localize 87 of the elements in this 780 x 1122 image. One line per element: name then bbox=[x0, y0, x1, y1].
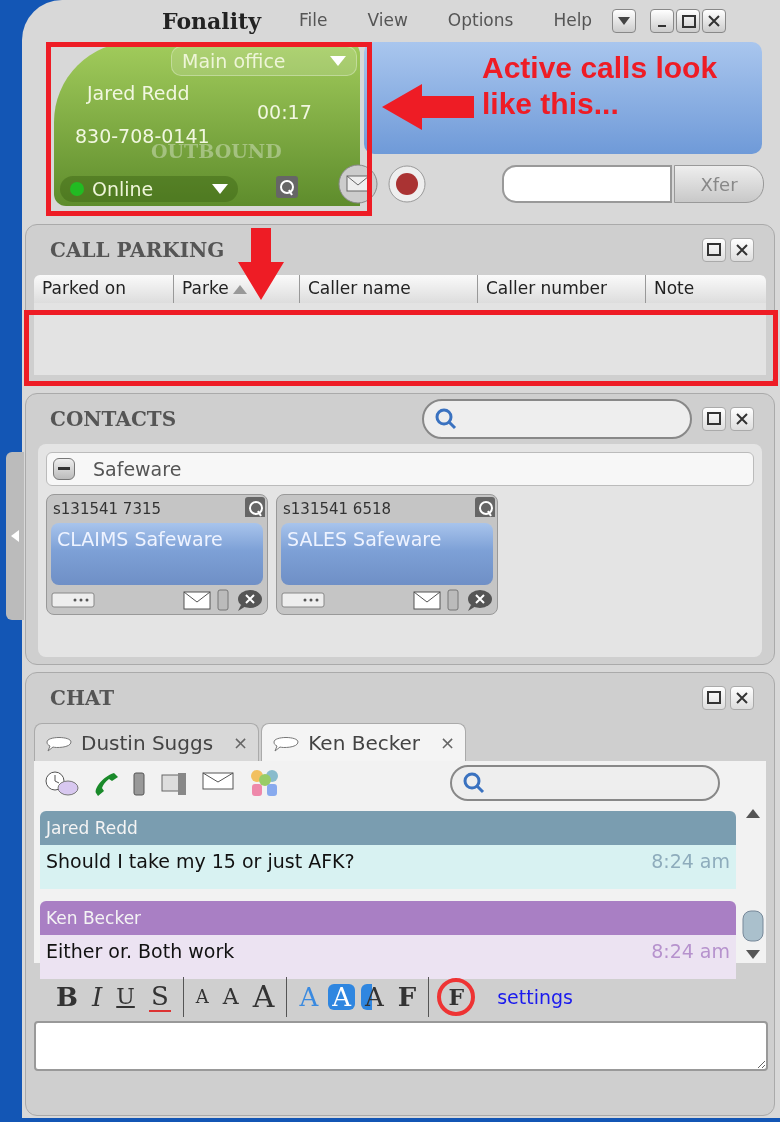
strike-line-icon bbox=[148, 1009, 171, 1012]
status-dropdown[interactable]: Online bbox=[60, 176, 238, 202]
contact-card[interactable]: s131541 6518 SALES Safeware bbox=[276, 494, 498, 615]
email-icon[interactable] bbox=[181, 589, 211, 611]
scroll-up-icon[interactable] bbox=[746, 809, 760, 818]
menu-item[interactable]: Options bbox=[447, 8, 514, 34]
caret-icon bbox=[330, 56, 346, 66]
maximize-button[interactable] bbox=[676, 9, 701, 33]
caret-icon bbox=[212, 184, 228, 194]
record-button-icon[interactable] bbox=[388, 165, 426, 203]
message-sender: Ken Becker bbox=[40, 901, 736, 935]
message-input[interactable] bbox=[34, 1021, 768, 1071]
minimize-icon bbox=[658, 25, 667, 27]
email-icon[interactable] bbox=[411, 589, 441, 611]
restore-icon bbox=[705, 410, 723, 428]
scroll-down-icon[interactable] bbox=[746, 950, 760, 959]
restore-button[interactable] bbox=[702, 407, 726, 431]
decrease-font-button[interactable]: A bbox=[191, 988, 213, 1006]
panel-title: CONTACTS bbox=[50, 406, 177, 433]
close-button[interactable] bbox=[730, 686, 754, 710]
queue-icon[interactable] bbox=[276, 176, 298, 198]
chat-tab[interactable]: Dustin Suggs × bbox=[34, 723, 260, 761]
tab-close-button[interactable]: × bbox=[233, 729, 249, 756]
caret-icon bbox=[11, 530, 19, 542]
search-icon bbox=[462, 771, 486, 795]
arrow-icon bbox=[238, 228, 284, 300]
restore-button[interactable] bbox=[702, 238, 726, 262]
restore-icon bbox=[705, 689, 723, 707]
message-time: 8:24 am bbox=[651, 849, 730, 874]
increase-font-button[interactable]: A bbox=[248, 982, 279, 1012]
close-button[interactable] bbox=[730, 407, 754, 431]
search-field[interactable] bbox=[422, 399, 692, 439]
panel-title: CALL PARKING bbox=[50, 237, 225, 264]
annotation-text: Active calls look like this... bbox=[482, 50, 719, 122]
caret-icon bbox=[618, 17, 631, 25]
group-header[interactable]: Safeware bbox=[46, 452, 754, 486]
envelope-icon[interactable] bbox=[338, 164, 378, 204]
queue-icon[interactable] bbox=[475, 497, 495, 517]
message-time: 8:24 am bbox=[651, 939, 730, 964]
message-text: Should I take my 15 or just AFK? bbox=[46, 849, 355, 874]
sort-arrow-icon bbox=[232, 284, 247, 294]
italic-button[interactable]: I bbox=[88, 984, 107, 1010]
message-sender: Jared Redd bbox=[40, 811, 736, 845]
mobile-phone-icon[interactable] bbox=[132, 769, 146, 797]
scrollbar-thumb[interactable] bbox=[742, 910, 764, 942]
bold-button[interactable]: B bbox=[52, 984, 82, 1010]
chat-tab[interactable]: Ken Becker × bbox=[261, 723, 467, 761]
font-button[interactable]: F bbox=[393, 984, 421, 1010]
close-button[interactable] bbox=[702, 9, 727, 33]
column-header[interactable]: Note bbox=[646, 275, 766, 303]
menu-item[interactable]: Help bbox=[553, 8, 593, 34]
chat-remove-icon[interactable] bbox=[465, 589, 493, 611]
menu-item[interactable]: View bbox=[367, 8, 408, 34]
underline-button[interactable]: U bbox=[112, 986, 139, 1008]
tab-close-button[interactable]: × bbox=[440, 729, 456, 756]
arrow-icon bbox=[382, 84, 474, 130]
call-timer: 00:17 bbox=[257, 100, 312, 125]
transfer-field[interactable] bbox=[502, 165, 672, 203]
menu-item[interactable]: File bbox=[299, 8, 328, 34]
app-logo: Fonality bbox=[162, 6, 261, 36]
contact-name: CLAIMS Safeware bbox=[51, 523, 263, 585]
clear-format-button[interactable]: F bbox=[437, 978, 476, 1016]
search-icon bbox=[434, 407, 458, 431]
strikethrough-button[interactable]: S bbox=[144, 982, 175, 1012]
minus-icon bbox=[58, 467, 70, 471]
search-field[interactable] bbox=[450, 765, 720, 801]
settings-link[interactable]: settings bbox=[497, 982, 573, 1012]
contact-extension: s131541 6518 bbox=[282, 499, 392, 520]
normal-font-button[interactable]: A bbox=[218, 986, 243, 1008]
chat-remove-icon[interactable] bbox=[235, 589, 263, 611]
message-text: Either or. Both work bbox=[46, 939, 235, 964]
minimize-button[interactable] bbox=[650, 9, 675, 33]
maximize-icon bbox=[680, 13, 697, 29]
dropdown-button[interactable] bbox=[612, 9, 637, 33]
clock-chat-icon[interactable] bbox=[44, 769, 80, 797]
contact-extension: s131541 7315 bbox=[52, 499, 162, 520]
location-label: Main office bbox=[182, 48, 286, 74]
caller-name: Jared Redd bbox=[87, 81, 190, 106]
close-button[interactable] bbox=[730, 238, 754, 262]
restore-button[interactable] bbox=[702, 686, 726, 710]
queue-icon[interactable] bbox=[245, 497, 265, 517]
collapse-button[interactable] bbox=[53, 458, 75, 480]
contact-name: SALES Safeware bbox=[281, 523, 493, 585]
highlight-button[interactable]: A bbox=[328, 984, 355, 1010]
panel-title: CHAT bbox=[50, 685, 115, 712]
restore-icon bbox=[705, 241, 723, 259]
contact-card[interactable]: s131541 7315 CLAIMS Safeware bbox=[46, 494, 268, 615]
